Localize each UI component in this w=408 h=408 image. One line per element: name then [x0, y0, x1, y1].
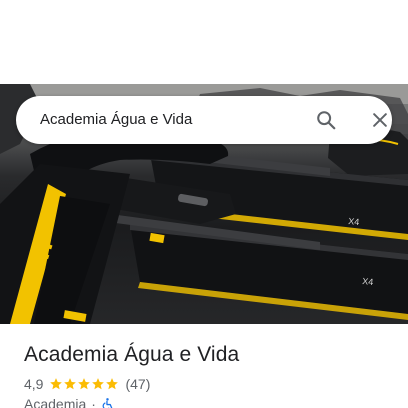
star-icon — [92, 378, 105, 390]
svg-text:X4: X4 — [348, 216, 360, 227]
wheelchair-icon — [102, 398, 113, 408]
search-icon — [317, 111, 336, 130]
close-icon — [373, 113, 387, 127]
search-button[interactable] — [312, 106, 340, 134]
separator-dot: · — [91, 396, 96, 408]
place-title[interactable]: Academia Água e Vida — [24, 341, 239, 369]
search-bar[interactable]: Academia Água e Vida — [16, 96, 392, 144]
star-icon — [64, 378, 77, 390]
search-input[interactable]: Academia Água e Vida — [40, 96, 192, 144]
star-icon — [106, 378, 119, 390]
map-header-area — [0, 0, 408, 84]
rating-value: 4,9 — [24, 376, 44, 392]
review-count[interactable]: (47) — [125, 376, 150, 392]
rating-row[interactable]: 4,9 (47) — [24, 375, 150, 393]
svg-text:X4: X4 — [362, 276, 374, 287]
close-button[interactable] — [366, 106, 394, 134]
place-category: Academia — [24, 396, 87, 408]
rating-stars — [49, 377, 119, 391]
star-icon — [78, 378, 91, 390]
category-row: Academia · — [24, 396, 114, 408]
star-icon — [50, 378, 63, 390]
